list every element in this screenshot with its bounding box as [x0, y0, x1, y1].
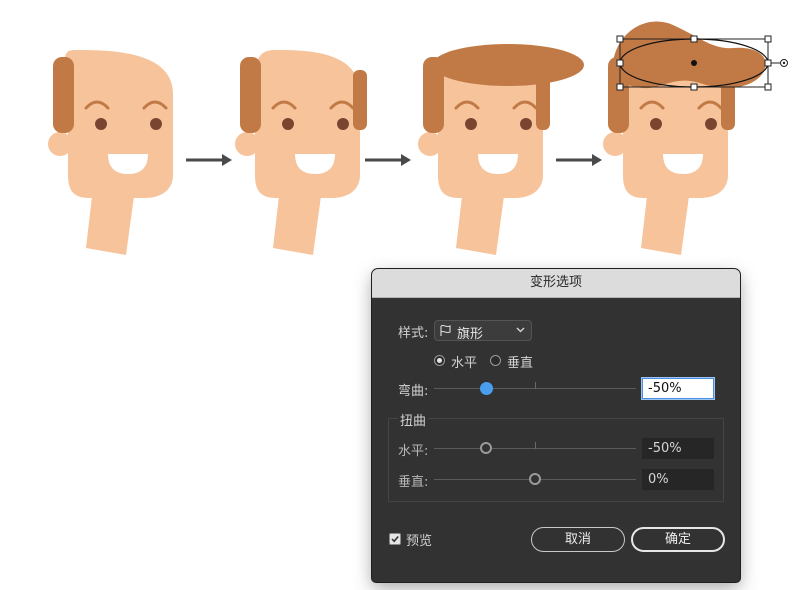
preview-label: 预览: [406, 534, 433, 549]
style-dropdown[interactable]: 旗形: [434, 320, 532, 342]
flag-style-icon: [440, 324, 451, 336]
horizontal-radio[interactable]: [434, 355, 445, 366]
head-step-4: [603, 21, 766, 255]
distortion-horizontal-input[interactable]: -50%: [642, 438, 714, 459]
bend-slider-thumb[interactable]: [480, 382, 493, 395]
arrow-right-icon: [556, 154, 602, 166]
head-step-3: [418, 44, 584, 255]
distortion-vertical-input[interactable]: 0%: [642, 469, 714, 490]
vertical-radio[interactable]: [490, 355, 501, 366]
head-step-2: [235, 50, 367, 255]
warp-options-dialog: 变形选项 样式: 旗形 水平 垂直 弯曲: -50% 扭曲 水平: -50% 垂…: [372, 269, 740, 582]
arrow-right-icon: [186, 154, 232, 166]
distortion-horizontal-slider-thumb[interactable]: [480, 442, 492, 454]
style-dropdown-value: 旗形: [457, 327, 484, 342]
distortion-horizontal-label: 水平:: [398, 444, 429, 459]
illustration-steps: [48, 21, 788, 255]
bend-slider-center-tick: [535, 382, 536, 389]
preview-checkbox[interactable]: [389, 533, 401, 545]
bend-value-input[interactable]: -50%: [642, 378, 714, 399]
distortion-horizontal-center-tick: [535, 442, 536, 449]
chevron-down-icon: [516, 327, 525, 333]
distortion-vertical-slider-thumb[interactable]: [529, 473, 541, 485]
style-label: 样式:: [398, 326, 429, 341]
check-icon: [391, 535, 399, 543]
distortion-group-label: 扭曲: [398, 410, 429, 429]
distortion-vertical-label: 垂直:: [398, 475, 429, 490]
vertical-radio-label: 垂直: [507, 356, 534, 371]
horizontal-radio-label: 水平: [451, 356, 478, 371]
bend-label: 弯曲:: [398, 384, 429, 399]
dialog-title: 变形选项: [372, 269, 740, 298]
ok-button[interactable]: 确定: [631, 527, 725, 552]
cancel-button[interactable]: 取消: [531, 527, 625, 552]
arrow-right-icon: [365, 154, 411, 166]
anchor-point-icon: [780, 59, 788, 67]
head-step-1: [48, 50, 173, 255]
